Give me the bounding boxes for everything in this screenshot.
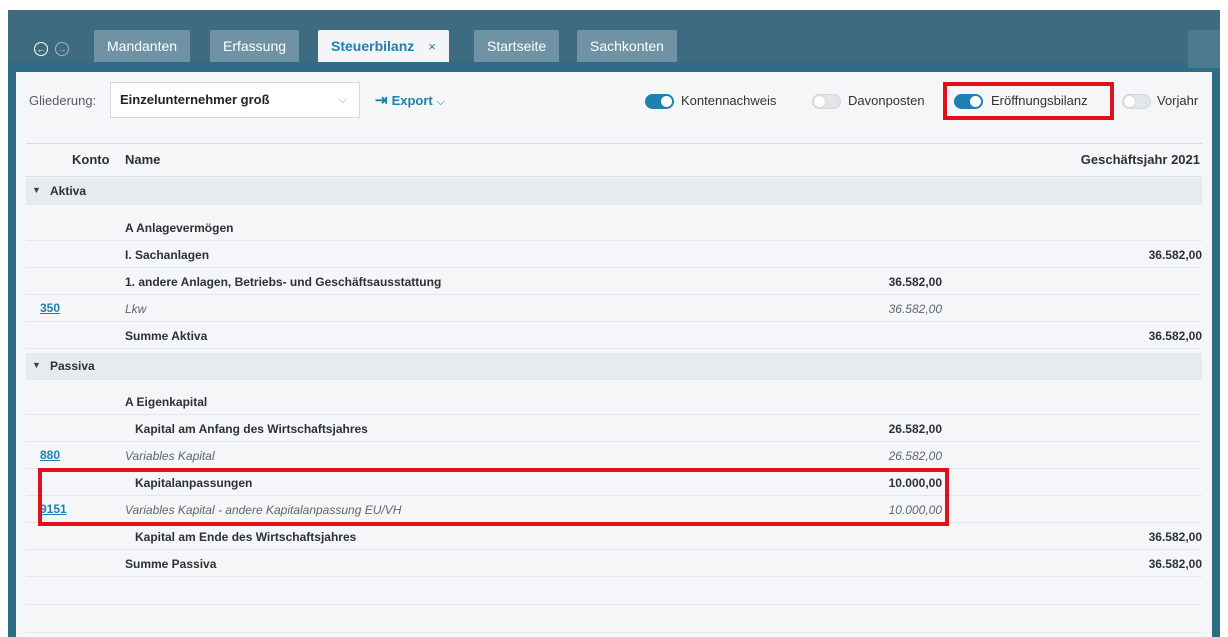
tab-label: Startseite — [487, 38, 547, 54]
column-header-geschaeftsjahr: Geschäftsjahr 2021 — [1080, 152, 1200, 167]
tab-startseite[interactable]: Startseite — [474, 30, 560, 62]
empty-row — [26, 577, 1202, 605]
window-corner — [1188, 30, 1220, 68]
kontennachweis-label: Kontennachweis — [681, 93, 777, 108]
davonposten-toggle[interactable] — [812, 94, 841, 109]
toggle-knob — [814, 96, 825, 107]
table-row: 9151 Variables Kapital - andere Kapitala… — [26, 496, 1202, 523]
row-amount-year: 36.582,00 — [1148, 557, 1202, 571]
export-button[interactable]: ⇥ Export ⌵ — [375, 91, 445, 109]
empty-row — [26, 605, 1202, 633]
row-name: Kapitalanpassungen — [135, 476, 253, 490]
export-icon: ⇥ — [375, 92, 388, 109]
table-row: Kapitalanpassungen 10.000,00 — [26, 469, 1202, 496]
vorjahr-label: Vorjahr — [1157, 93, 1199, 108]
gliederung-select[interactable]: Einzelunternehmer groß ⌵ — [110, 82, 360, 118]
row-name: Variables Kapital — [125, 449, 215, 463]
row-name: Summe Aktiva — [125, 329, 208, 343]
toggle-knob — [1124, 96, 1135, 107]
tab-label: Erfassung — [223, 38, 287, 54]
row-amount-year: 36.582,00 — [1148, 248, 1202, 262]
table-row: A Eigenkapital — [26, 388, 1202, 415]
table-row: Summe Passiva 36.582,00 — [26, 550, 1202, 577]
row-name: A Anlagevermögen — [125, 221, 234, 235]
konto-link[interactable]: 9151 — [40, 502, 67, 516]
row-amount-sub: 26.582,00 — [888, 422, 942, 436]
tab-label: Sachkonten — [590, 38, 664, 54]
row-amount-year: 36.582,00 — [1148, 329, 1202, 343]
table-row: I. Sachanlagen 36.582,00 — [26, 241, 1202, 268]
table-row: 350 Lkw 36.582,00 — [26, 295, 1202, 322]
tab-bar: ← → Mandanten Erfassung Steuerbilanz × St… — [8, 10, 1220, 68]
export-label: Export — [391, 93, 433, 108]
gliederung-label: Gliederung: — [29, 93, 97, 108]
row-amount-sub: 36.582,00 — [888, 302, 942, 316]
close-icon[interactable]: × — [428, 39, 436, 54]
row-name: 1. andere Anlagen, Betriebs- und Geschäf… — [125, 275, 442, 289]
tab-erfassung[interactable]: Erfassung — [210, 30, 300, 62]
konto-link[interactable]: 880 — [40, 448, 60, 462]
tab-sachkonten[interactable]: Sachkonten — [577, 30, 677, 62]
tab-label: Mandanten — [107, 38, 178, 54]
row-amount-sub: 36.582,00 — [888, 275, 942, 289]
row-amount-sub: 10.000,00 — [888, 503, 942, 517]
kontennachweis-toggle[interactable] — [645, 94, 674, 109]
group-label: Passiva — [50, 359, 95, 373]
davonposten-label: Davonposten — [848, 93, 925, 108]
group-label: Aktiva — [50, 184, 87, 198]
table-row: 1. andere Anlagen, Betriebs- und Geschäf… — [26, 268, 1202, 295]
tab-mandanten[interactable]: Mandanten — [94, 30, 191, 62]
caret-down-icon[interactable]: ▼ — [32, 185, 41, 195]
row-amount-sub: 10.000,00 — [888, 476, 942, 490]
row-name: Kapital am Ende des Wirtschaftsjahres — [135, 530, 357, 544]
group-row-aktiva[interactable]: ▼ Aktiva — [26, 178, 1202, 205]
toggle-knob — [661, 96, 672, 107]
table-row: Kapital am Ende des Wirtschaftsjahres 36… — [26, 523, 1202, 550]
eroeffnungsbilanz-label: Eröffnungsbilanz — [991, 93, 1088, 108]
column-header-name: Name — [125, 152, 161, 167]
chevron-down-icon: ⌵ — [338, 94, 347, 106]
forward-arrow-icon[interactable]: → — [55, 42, 69, 56]
tab-steuerbilanz[interactable]: Steuerbilanz × — [318, 30, 449, 62]
table-row: 880 Variables Kapital 26.582,00 — [26, 442, 1202, 469]
header-divider — [26, 143, 1202, 144]
gliederung-value: Einzelunternehmer groß — [120, 92, 270, 107]
row-name: Lkw — [125, 302, 147, 316]
group-row-passiva[interactable]: ▼ Passiva — [26, 353, 1202, 380]
caret-down-icon[interactable]: ▼ — [32, 360, 41, 370]
table-row: A Anlagevermögen — [26, 214, 1202, 241]
row-amount-sub: 26.582,00 — [888, 449, 942, 463]
eroeffnungsbilanz-toggle[interactable] — [954, 94, 983, 109]
row-name: I. Sachanlagen — [125, 248, 210, 262]
table-row: Kapital am Anfang des Wirtschaftsjahres … — [26, 415, 1202, 442]
chevron-down-icon: ⌵ — [436, 96, 445, 108]
content-area: Gliederung: Einzelunternehmer groß ⌵ ⇥ Ex… — [16, 72, 1212, 637]
tab-label: Steuerbilanz — [331, 38, 415, 54]
toggle-knob — [970, 96, 981, 107]
row-amount-year: 36.582,00 — [1148, 530, 1202, 544]
row-name: A Eigenkapital — [125, 395, 208, 409]
table-row: Summe Aktiva 36.582,00 — [26, 322, 1202, 349]
back-arrow-icon[interactable]: ← — [34, 42, 48, 56]
row-name: Variables Kapital - andere Kapitalanpass… — [125, 503, 402, 517]
row-name: Summe Passiva — [125, 557, 217, 571]
column-header-konto: Konto — [72, 152, 110, 167]
header-bottom-divider — [26, 176, 1202, 177]
vorjahr-toggle[interactable] — [1122, 94, 1151, 109]
row-name: Kapital am Anfang des Wirtschaftsjahres — [135, 422, 368, 436]
konto-link[interactable]: 350 — [40, 301, 60, 315]
